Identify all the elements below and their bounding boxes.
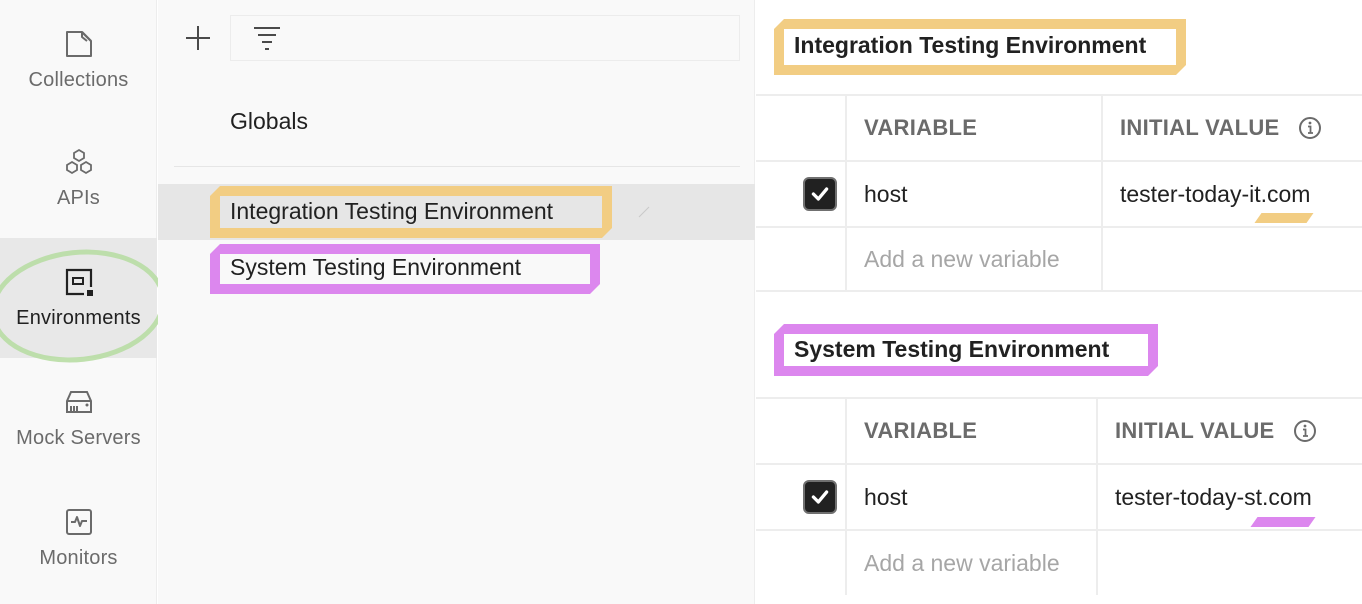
rail-label: Mock Servers <box>16 426 141 449</box>
add-variable-input[interactable]: Add a new variable <box>864 550 1060 577</box>
rail-label: Monitors <box>39 546 118 569</box>
column-header-initial-value: INITIAL VALUE <box>1115 418 1275 443</box>
collections-icon <box>65 30 92 57</box>
apis-icon <box>65 148 92 174</box>
left-rail: Collections APIs Environments Mock Serve… <box>0 0 172 604</box>
initial-value[interactable]: tester-today-st.com <box>1115 484 1312 511</box>
globals-item[interactable]: Globals <box>230 108 308 135</box>
environment-title: System Testing Environment <box>794 336 1110 362</box>
rail-label: Environments <box>16 306 141 329</box>
search-box[interactable] <box>230 15 740 61</box>
rail-label: APIs <box>56 186 101 209</box>
plus-icon <box>186 26 210 50</box>
environments-icon <box>65 268 93 296</box>
edit-icon[interactable] <box>638 206 650 218</box>
add-environment-button[interactable] <box>182 22 214 54</box>
column-header-variable: VARIABLE <box>864 418 978 443</box>
filter-icon <box>254 27 280 50</box>
check-icon <box>811 490 829 504</box>
environment-list-pane: Globals Integration Testing Environment … <box>158 0 755 604</box>
add-variable-input[interactable]: Add a new variable <box>864 246 1060 273</box>
table-row: host tester-today-it.com <box>756 160 1362 226</box>
variable-name[interactable]: host <box>864 181 907 208</box>
environment-label: Integration Testing Environment <box>230 198 554 224</box>
rail-item-collections[interactable]: Collections <box>0 0 157 120</box>
environment-label: System Testing Environment <box>230 254 522 280</box>
rail-item-monitors[interactable]: Monitors <box>0 478 157 598</box>
table-header-row: VARIABLE INITIAL VALUE <box>756 94 1362 160</box>
monitors-icon <box>65 508 92 535</box>
column-header-initial-value: INITIAL VALUE <box>1120 115 1280 140</box>
check-icon <box>811 187 829 201</box>
info-icon[interactable] <box>1298 116 1322 140</box>
enabled-checkbox[interactable] <box>803 480 837 514</box>
table-row: host tester-today-st.com <box>756 463 1362 529</box>
table-header-row: VARIABLE INITIAL VALUE <box>756 397 1362 463</box>
environment-item-integration[interactable]: Integration Testing Environment <box>158 184 755 240</box>
environment-detail-pane: Integration Testing Environment VARIABLE… <box>756 0 1362 604</box>
rail-label: Collections <box>28 68 129 91</box>
rail-item-apis[interactable]: APIs <box>0 118 157 238</box>
environment-item-system[interactable]: System Testing Environment <box>158 240 755 296</box>
info-icon[interactable] <box>1293 419 1317 443</box>
enabled-checkbox[interactable] <box>803 177 837 211</box>
add-variable-row: Add a new variable <box>756 529 1362 595</box>
mock-servers-icon <box>65 390 92 413</box>
add-variable-row: Add a new variable <box>756 226 1362 292</box>
search-input[interactable] <box>291 16 739 60</box>
initial-value[interactable]: tester-today-it.com <box>1120 181 1310 208</box>
environment-title: Integration Testing Environment <box>794 32 1147 58</box>
column-header-variable: VARIABLE <box>864 115 978 140</box>
variable-name[interactable]: host <box>864 484 907 511</box>
rail-item-environments[interactable]: Environments <box>0 238 157 358</box>
divider <box>174 166 740 167</box>
rail-item-mock-servers[interactable]: Mock Servers <box>0 358 157 478</box>
